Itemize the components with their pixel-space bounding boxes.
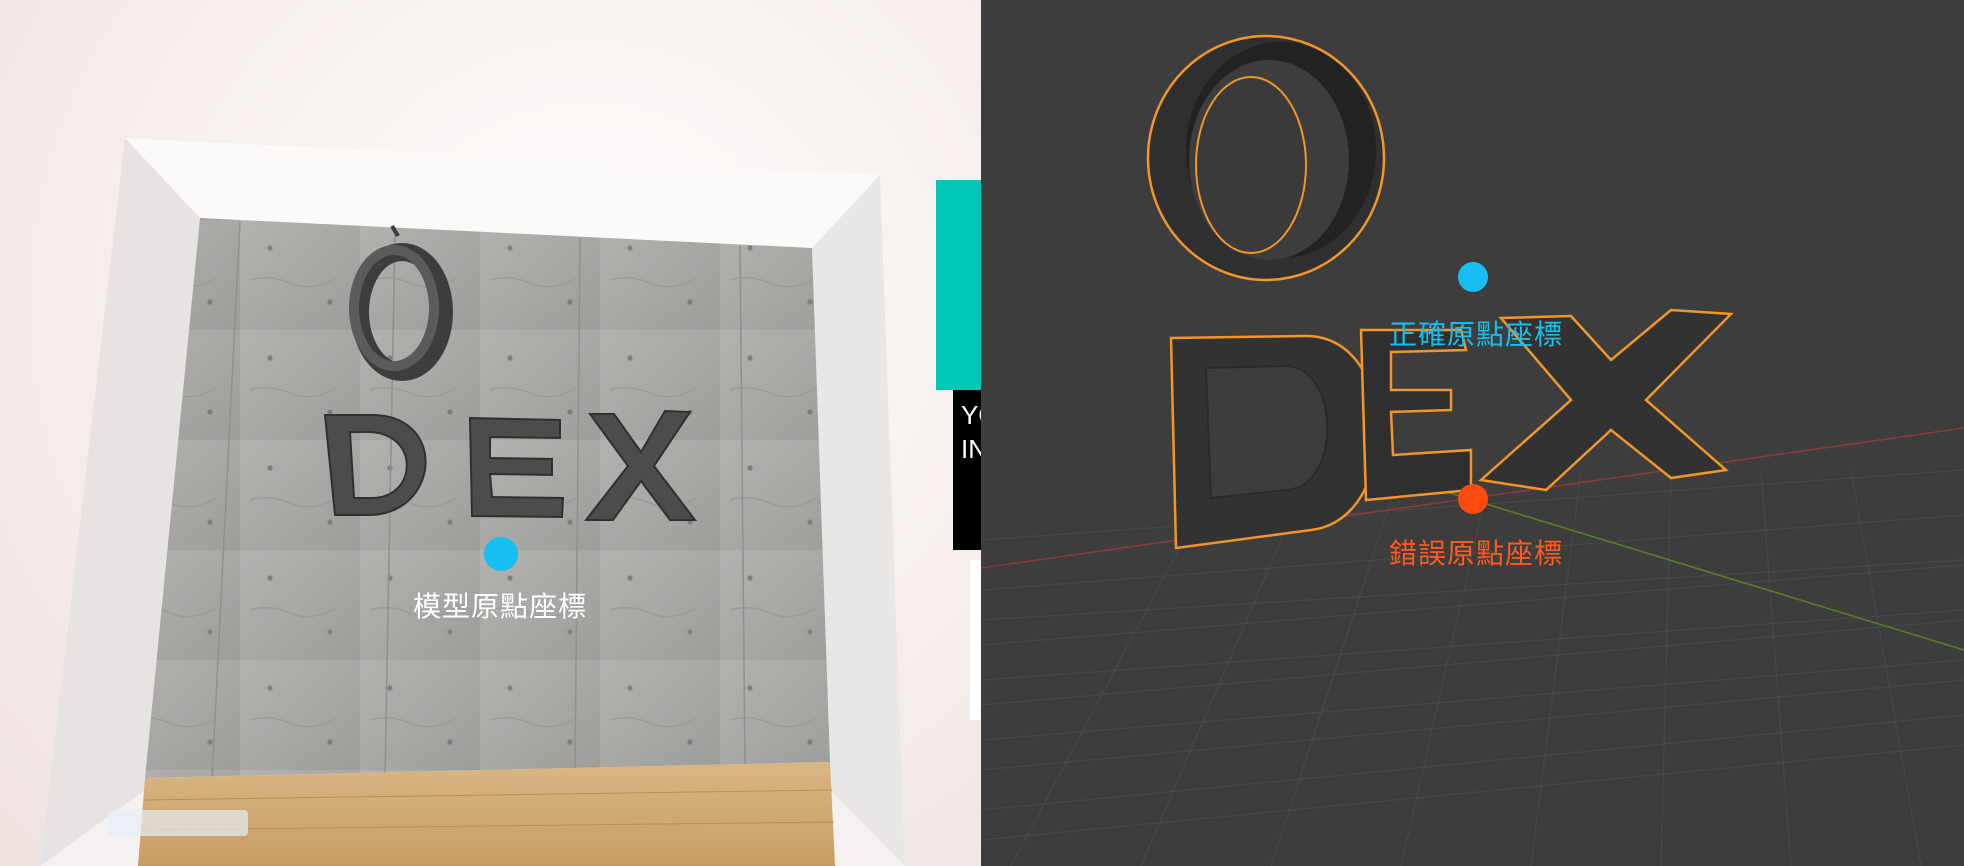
gallery-view-panel: 模型原點座標 YO IN <box>0 0 981 866</box>
3d-viewport-panel[interactable]: 正確原點座標 錯誤原點座標 <box>981 0 1964 866</box>
correct-origin-dot <box>1458 262 1488 292</box>
doorway-scene <box>40 138 905 866</box>
teal-poster <box>936 180 981 390</box>
hint-button <box>108 810 248 836</box>
correct-origin-label: 正確原點座標 <box>1389 318 1564 351</box>
model-origin-dot <box>484 537 518 571</box>
model-origin-label: 模型原點座標 <box>412 590 587 623</box>
viewport-grid <box>981 34 1964 866</box>
poster-strip <box>970 560 981 720</box>
wrong-origin-label: 錯誤原點座標 <box>1389 537 1564 570</box>
3d-o-model[interactable] <box>1146 34 1386 282</box>
poster-text: YO IN <box>961 400 981 464</box>
floor-grid <box>981 469 1964 866</box>
black-poster: YO IN <box>953 390 981 550</box>
wrong-origin-dot <box>1458 484 1488 514</box>
